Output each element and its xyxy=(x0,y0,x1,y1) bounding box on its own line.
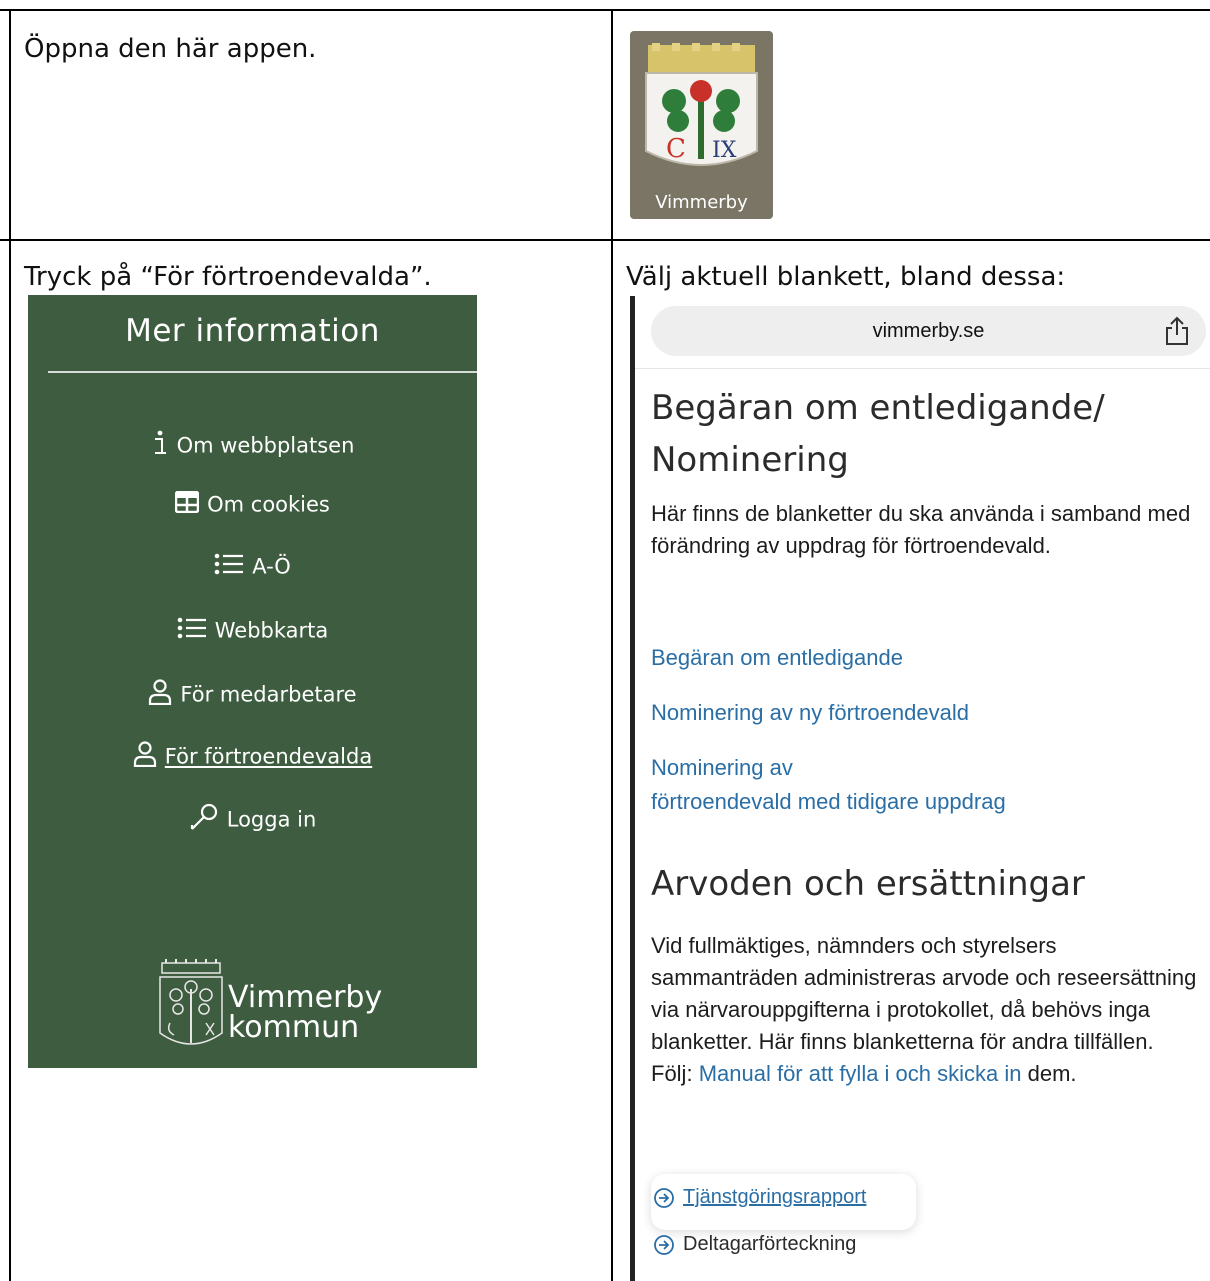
menu-item-label: Logga in xyxy=(226,807,317,832)
menu-item-label: Om webbplatsen xyxy=(176,433,355,458)
menu-item-om-webbplatsen[interactable]: Om webbplatsen xyxy=(28,429,477,462)
share-icon[interactable] xyxy=(1164,316,1190,346)
logo-text: Vimmerby kommun xyxy=(228,983,382,1043)
link-begaran-om-entledigande[interactable]: Begäran om entledigande xyxy=(651,642,903,674)
doc-link-deltagarforteckning[interactable]: Deltagarförteckning xyxy=(653,1233,856,1256)
menu-item-label: Om cookies xyxy=(207,492,330,517)
menu-item-om-cookies[interactable]: Om cookies xyxy=(28,490,477,518)
list-icon xyxy=(214,553,244,580)
vimmerby-kommun-logo: Vimmerby kommun xyxy=(156,959,416,1059)
arvoden-paragraph: Vid fullmäktiges, nämnders och styrelser… xyxy=(651,930,1201,1090)
menu-item-webbkarta[interactable]: Webbkarta xyxy=(28,617,477,644)
table-border-center xyxy=(611,9,613,1281)
menu-item-label: Webbkarta xyxy=(214,618,329,643)
crest-letters-ix: IX xyxy=(712,138,737,163)
arrow-circle-icon xyxy=(654,1234,674,1255)
step-3-text: Välj aktuell blankett, bland dessa: xyxy=(626,262,1066,292)
logo-line-1: Vimmerby xyxy=(228,980,383,1015)
person-icon xyxy=(133,741,157,772)
table-border-middle xyxy=(0,239,1210,241)
link-nominering-tidigare-1[interactable]: Nominering av xyxy=(651,752,793,784)
heading-line-2: Nominering xyxy=(651,440,849,480)
manual-tail: dem. xyxy=(1021,1061,1077,1086)
step-1-text: Öppna den här appen. xyxy=(24,34,317,64)
link-nominering-tidigare-2[interactable]: förtroendevald med tidigare uppdrag xyxy=(651,786,1006,818)
link-manual[interactable]: Manual för att fylla i och skicka in xyxy=(699,1061,1022,1086)
menu-item-logga-in[interactable]: Logga in xyxy=(28,803,477,836)
crest-icon xyxy=(159,959,223,1045)
list-icon xyxy=(177,617,207,644)
arrow-circle-icon xyxy=(654,1187,674,1208)
intro-paragraph: Här finns de blanketter du ska använda i… xyxy=(651,501,1191,558)
menu-item-label: A-Ö xyxy=(252,554,291,579)
doc-link-tjanstgoringsrapport[interactable]: Tjänstgöringsrapport xyxy=(653,1186,866,1209)
menu-title: Mer information xyxy=(125,313,380,349)
heading-entledigande: Begäran om entledigande/ Nominering xyxy=(651,382,1105,486)
menu-item-for-fortroendevalda[interactable]: För förtroendevalda xyxy=(28,741,477,772)
menu-item-for-medarbetare[interactable]: För medarbetare xyxy=(28,679,477,710)
browser-screenshot: vimmerby.se Begäran om entledigande/ Nom… xyxy=(630,296,1210,1281)
menu-item-a-o[interactable]: A-Ö xyxy=(28,553,477,580)
person-icon xyxy=(148,679,172,710)
url-text: vimmerby.se xyxy=(872,320,985,342)
doc-label: Deltagarförteckning xyxy=(683,1233,857,1256)
crest-letter-c: C xyxy=(666,134,686,164)
logo-line-2: kommun xyxy=(228,1010,360,1045)
header-divider xyxy=(635,368,1210,369)
heading-line-1: Begäran om entledigande/ xyxy=(651,388,1105,428)
app-icon-label: Vimmerby xyxy=(655,192,748,213)
menu-item-label: För förtroendevalda xyxy=(164,744,373,769)
info-icon xyxy=(151,429,169,462)
address-bar[interactable]: vimmerby.se xyxy=(651,306,1206,356)
key-icon xyxy=(189,803,219,836)
heading-arvoden: Arvoden och ersättningar xyxy=(651,864,1085,904)
link-nominering-ny[interactable]: Nominering av ny förtroendevald xyxy=(651,697,969,729)
menu-divider xyxy=(48,371,477,373)
step-2-text: Tryck på “För förtroendevalda”. xyxy=(24,262,432,292)
instruction-table: Öppna den här appen. C IX Vimmerby Tryck… xyxy=(0,0,1210,1281)
vimmerby-app-icon[interactable]: C IX Vimmerby xyxy=(630,31,773,219)
menu-item-label: För medarbetare xyxy=(180,682,357,707)
table-border-left xyxy=(9,9,11,1281)
table-border-top xyxy=(0,9,1210,11)
table-icon xyxy=(174,490,200,518)
vimmerby-crest-icon: C IX xyxy=(638,39,765,179)
more-info-menu: Mer information Om webbplatsen Om cookie… xyxy=(28,295,477,1068)
doc-label: Tjänstgöringsrapport xyxy=(683,1186,867,1209)
